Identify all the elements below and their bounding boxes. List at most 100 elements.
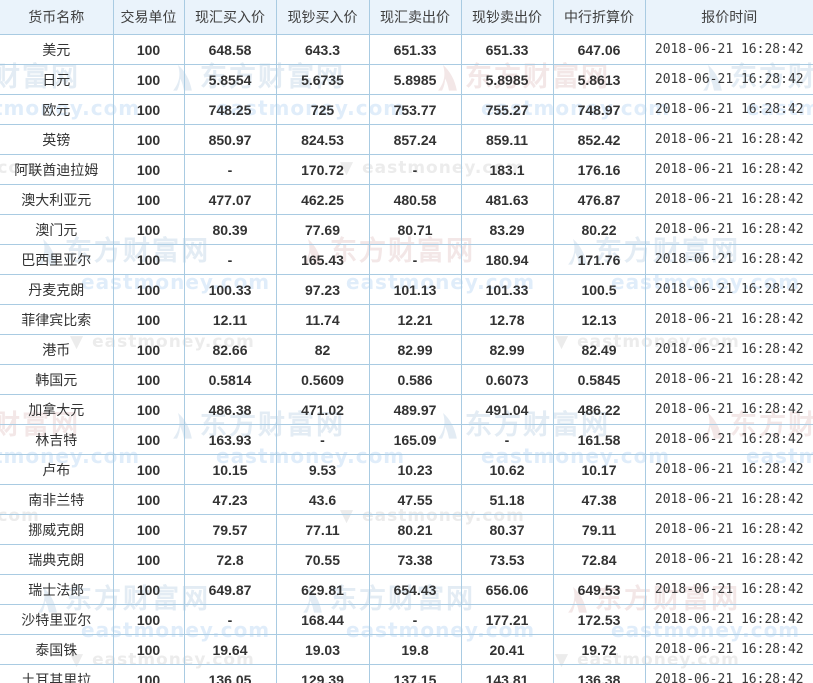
trade-unit-cell: 100 xyxy=(112,574,185,605)
spot-sell-price-cell: 165.09 xyxy=(368,424,462,455)
boc-conversion-price-cell: 72.84 xyxy=(552,544,646,575)
spot-sell-price-cell: - xyxy=(368,244,462,275)
spot-buy-price-cell: 100.33 xyxy=(183,274,277,305)
boc-conversion-price-cell: 161.58 xyxy=(552,424,646,455)
column-header-0: 货币名称 xyxy=(0,0,114,35)
column-header-5: 现钞卖出价 xyxy=(460,0,554,35)
cash-sell-price-cell: 20.41 xyxy=(460,634,554,665)
spot-buy-price-cell: 648.58 xyxy=(183,34,277,65)
trade-unit-cell: 100 xyxy=(112,244,185,275)
trade-unit-cell: 100 xyxy=(112,334,185,365)
currency-name-cell: 美元 xyxy=(0,34,114,65)
cash-sell-price-cell: 83.29 xyxy=(460,214,554,245)
boc-conversion-price-cell: 0.5845 xyxy=(552,364,646,395)
table-row: 土耳其里拉 100 136.05 129.39 137.15 143.81 136.38 20… xyxy=(0,664,813,683)
cash-buy-price-cell: 168.44 xyxy=(275,604,370,635)
table-row: 欧元 100 748.25 725 753.77 755.27 748.97 2018-06-… xyxy=(0,94,813,125)
currency-name-cell: 阿联酋迪拉姆 xyxy=(0,154,114,185)
cash-buy-price-cell: 0.5609 xyxy=(275,364,370,395)
currency-name-cell: 丹麦克朗 xyxy=(0,274,114,305)
spot-sell-price-cell: - xyxy=(368,604,462,635)
cash-sell-price-cell: 51.18 xyxy=(460,484,554,515)
table-row: 英镑 100 850.97 824.53 857.24 859.11 852.42 2018-… xyxy=(0,124,813,155)
currency-name-cell: 瑞典克朗 xyxy=(0,544,114,575)
cash-sell-price-cell: 73.53 xyxy=(460,544,554,575)
cash-buy-price-cell: - xyxy=(275,424,370,455)
trade-unit-cell: 100 xyxy=(112,214,185,245)
quote-time-cell: 2018-06-21 16:28:42 xyxy=(644,94,813,125)
spot-buy-price-cell: - xyxy=(183,244,277,275)
spot-buy-price-cell: - xyxy=(183,154,277,185)
spot-buy-price-cell: 486.38 xyxy=(183,394,277,425)
trade-unit-cell: 100 xyxy=(112,64,185,95)
trade-unit-cell: 100 xyxy=(112,424,185,455)
cash-buy-price-cell: 19.03 xyxy=(275,634,370,665)
spot-buy-price-cell: 72.8 xyxy=(183,544,277,575)
spot-buy-price-cell: 47.23 xyxy=(183,484,277,515)
cash-buy-price-cell: 643.3 xyxy=(275,34,370,65)
table-row: 沙特里亚尔 100-168.44-177.21 172.53 2018-06-21 1… xyxy=(0,604,813,635)
quote-time-cell: 2018-06-21 16:28:42 xyxy=(644,514,813,545)
currency-name-cell: 英镑 xyxy=(0,124,114,155)
cash-buy-price-cell: 82 xyxy=(275,334,370,365)
table-row: 泰国铢 100 19.64 19.03 19.8 20.41 19.72 2018-06-21… xyxy=(0,634,813,665)
boc-conversion-price-cell: 852.42 xyxy=(552,124,646,155)
currency-name-cell: 欧元 xyxy=(0,94,114,125)
exchange-rate-table: 货币名称 交易单位 现汇买入价 现钞买入价 现汇卖出价 现钞卖出价 中行折算价 报价时间 美元… xyxy=(0,0,813,683)
trade-unit-cell: 100 xyxy=(112,634,185,665)
boc-conversion-price-cell: 12.13 xyxy=(552,304,646,335)
trade-unit-cell: 100 xyxy=(112,544,185,575)
spot-buy-price-cell: 82.66 xyxy=(183,334,277,365)
trade-unit-cell: 100 xyxy=(112,34,185,65)
cash-sell-price-cell: 180.94 xyxy=(460,244,554,275)
column-header-6: 中行折算价 xyxy=(552,0,646,35)
trade-unit-cell: 100 xyxy=(112,94,185,125)
trade-unit-cell: 100 xyxy=(112,604,185,635)
quote-time-cell: 2018-06-21 16:28:42 xyxy=(644,634,813,665)
trade-unit-cell: 100 xyxy=(112,664,185,683)
column-header-3: 现钞买入价 xyxy=(275,0,370,35)
spot-sell-price-cell: 489.97 xyxy=(368,394,462,425)
quote-time-cell: 2018-06-21 16:28:42 xyxy=(644,364,813,395)
cash-buy-price-cell: 70.55 xyxy=(275,544,370,575)
table-row: 韩国元 100 0.5814 0.5609 0.586 0.6073 0.5845 2018-… xyxy=(0,364,813,395)
quote-time-cell: 2018-06-21 16:28:42 xyxy=(644,544,813,575)
table-row: 南非兰特 100 47.23 43.6 47.55 51.18 47.38 2018-06-2… xyxy=(0,484,813,515)
table-row: 挪威克朗 100 79.57 77.11 80.21 80.37 79.11 2018-06-… xyxy=(0,514,813,545)
cash-sell-price-cell: 143.81 xyxy=(460,664,554,683)
quote-time-cell: 2018-06-21 16:28:42 xyxy=(644,484,813,515)
currency-name-cell: 巴西里亚尔 xyxy=(0,244,114,275)
cash-sell-price-cell: 5.8985 xyxy=(460,64,554,95)
spot-sell-price-cell: 47.55 xyxy=(368,484,462,515)
table-row: 瑞典克朗 100 72.8 70.55 73.38 73.53 72.84 2018-06-2… xyxy=(0,544,813,575)
cash-buy-price-cell: 129.39 xyxy=(275,664,370,683)
spot-sell-price-cell: 19.8 xyxy=(368,634,462,665)
currency-name-cell: 瑞士法郎 xyxy=(0,574,114,605)
column-header-1: 交易单位 xyxy=(112,0,185,35)
table-row: 巴西里亚尔 100-165.43-180.94 171.76 2018-06-21 1… xyxy=(0,244,813,275)
trade-unit-cell: 100 xyxy=(112,484,185,515)
spot-buy-price-cell: 649.87 xyxy=(183,574,277,605)
cash-sell-price-cell: 656.06 xyxy=(460,574,554,605)
cash-buy-price-cell: 165.43 xyxy=(275,244,370,275)
cash-buy-price-cell: 77.69 xyxy=(275,214,370,245)
spot-sell-price-cell: 753.77 xyxy=(368,94,462,125)
trade-unit-cell: 100 xyxy=(112,514,185,545)
exchange-rate-page: 东方财富网eastmoney.com东方财富网eastmoney.com东方财富… xyxy=(0,0,813,683)
spot-buy-price-cell: 80.39 xyxy=(183,214,277,245)
boc-conversion-price-cell: 80.22 xyxy=(552,214,646,245)
trade-unit-cell: 100 xyxy=(112,394,185,425)
trade-unit-cell: 100 xyxy=(112,304,185,335)
cash-buy-price-cell: 170.72 xyxy=(275,154,370,185)
quote-time-cell: 2018-06-21 16:28:42 xyxy=(644,454,813,485)
boc-conversion-price-cell: 176.16 xyxy=(552,154,646,185)
table-row: 澳大利亚元 100 477.07 462.25 480.58 481.63 476.87 20… xyxy=(0,184,813,215)
trade-unit-cell: 100 xyxy=(112,364,185,395)
quote-time-cell: 2018-06-21 16:28:42 xyxy=(644,424,813,455)
spot-sell-price-cell: 5.8985 xyxy=(368,64,462,95)
boc-conversion-price-cell: 10.17 xyxy=(552,454,646,485)
table-row: 瑞士法郎 100 649.87 629.81 654.43 656.06 649.53 201… xyxy=(0,574,813,605)
trade-unit-cell: 100 xyxy=(112,454,185,485)
currency-name-cell: 日元 xyxy=(0,64,114,95)
spot-buy-price-cell: 850.97 xyxy=(183,124,277,155)
